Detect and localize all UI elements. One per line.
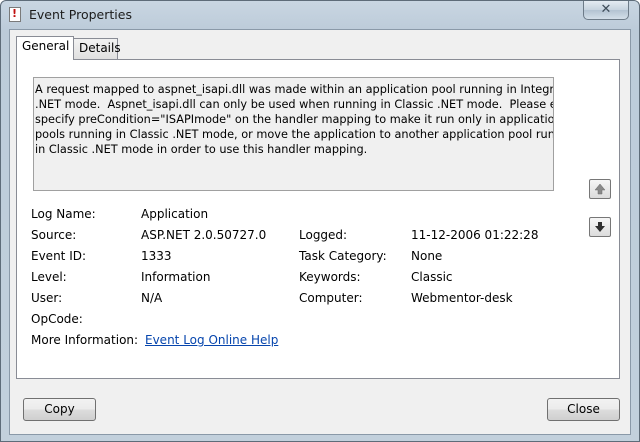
next-event-button[interactable] bbox=[589, 217, 611, 237]
window-title: Event Properties bbox=[29, 7, 132, 22]
arrow-down-icon bbox=[595, 222, 605, 232]
opcode-label: OpCode: bbox=[31, 312, 83, 326]
logged-value: 11-12-2006 01:22:28 bbox=[411, 228, 539, 242]
title-bar[interactable]: Event Properties ✕ bbox=[1, 1, 639, 29]
log-name-label: Log Name: bbox=[31, 207, 96, 221]
user-label: User: bbox=[31, 291, 63, 305]
previous-event-button[interactable] bbox=[589, 179, 611, 199]
computer-value: Webmentor-desk bbox=[411, 291, 513, 305]
event-log-online-help-link[interactable]: Event Log Online Help bbox=[145, 333, 278, 347]
window-close-button[interactable]: ✕ bbox=[583, 1, 629, 20]
computer-label: Computer: bbox=[299, 291, 363, 305]
source-value: ASP.NET 2.0.50727.0 bbox=[141, 228, 267, 242]
level-value: Information bbox=[141, 270, 211, 284]
event-description[interactable]: A request mapped to aspnet_isapi.dll was… bbox=[33, 77, 554, 191]
level-label: Level: bbox=[31, 270, 67, 284]
close-icon: ✕ bbox=[600, 2, 612, 17]
task-category-value: None bbox=[411, 249, 443, 263]
task-category-label: Task Category: bbox=[299, 249, 387, 263]
tab-details[interactable]: Details bbox=[73, 38, 121, 59]
tab-general[interactable]: General bbox=[16, 36, 74, 60]
general-tab-panel: A request mapped to aspnet_isapi.dll was… bbox=[16, 59, 620, 379]
user-value: N/A bbox=[141, 291, 163, 305]
keywords-value: Classic bbox=[411, 270, 453, 284]
dialog-client-area: General Details A request mapped to aspn… bbox=[9, 29, 631, 435]
source-label: Source: bbox=[31, 228, 77, 242]
event-id-label: Event ID: bbox=[31, 249, 87, 263]
event-id-value: 1333 bbox=[141, 249, 172, 263]
close-button[interactable]: Close bbox=[547, 398, 620, 421]
event-properties-window: Event Properties ✕ General Details A req… bbox=[0, 0, 640, 442]
arrow-up-icon bbox=[594, 183, 606, 195]
event-warning-icon bbox=[9, 7, 21, 22]
log-name-value: Application bbox=[141, 207, 209, 221]
logged-label: Logged: bbox=[299, 228, 348, 242]
copy-button[interactable]: Copy bbox=[23, 398, 96, 421]
more-information-label: More Information: bbox=[31, 333, 139, 347]
keywords-label: Keywords: bbox=[299, 270, 361, 284]
